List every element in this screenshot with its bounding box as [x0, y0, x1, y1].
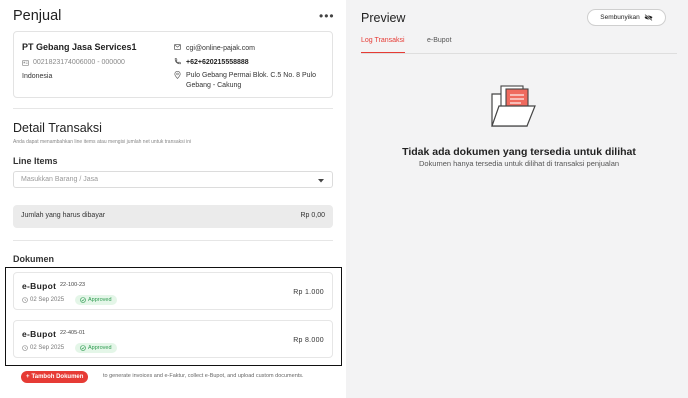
- id-card-icon: [22, 59, 29, 66]
- folder-document-icon: [491, 85, 536, 127]
- status-badge: Approved: [75, 343, 117, 353]
- status-badge: Approved: [75, 295, 117, 305]
- transaction-description: Anda dapat menambahkan line items atau m…: [13, 139, 192, 145]
- add-document-label: Tamboh Dokumen: [31, 374, 84, 380]
- seller-phone-row: +62+620215558888: [174, 58, 249, 68]
- hide-preview-button[interactable]: Sembunyikan: [587, 9, 666, 26]
- line-item-select-placeholder: Masukkan Barang / Jasa: [21, 176, 99, 183]
- seller-email: cgi@online-pajak.com: [186, 45, 255, 52]
- seller-npwp-value: 0021823174006000 - 000000: [33, 59, 125, 66]
- add-document-button[interactable]: + Tamboh Dokumen: [21, 371, 89, 383]
- total-payable-value: Rp 0,00: [300, 212, 325, 219]
- phone-icon: [174, 58, 181, 65]
- document-name: e-Bupot: [22, 281, 57, 291]
- status-badge-label: Approved: [88, 345, 112, 351]
- status-badge-label: Approved: [88, 297, 112, 303]
- clock-icon: [22, 297, 28, 303]
- clock-icon: [22, 345, 28, 351]
- left-panel: Penjual ••• PT Gebang Jasa Services1 002…: [0, 0, 346, 398]
- seller-card: PT Gebang Jasa Services1 002182317400600…: [13, 31, 333, 98]
- seller-address: Pulo Gebang Permai Blok. C.5 No. 8 Pulo …: [186, 72, 316, 89]
- check-circle-icon: [80, 297, 86, 303]
- plus-icon: +: [26, 374, 30, 380]
- preview-title: Preview: [361, 11, 406, 25]
- check-circle-icon: [80, 345, 86, 351]
- transaction-section-title: Detail Transaksi: [13, 121, 102, 135]
- document-date-value: 02 Sep 2025: [30, 345, 65, 351]
- eye-off-icon: [644, 14, 653, 21]
- document-card[interactable]: e-Bupot 22-100-23 02 Sep 2025 Approved R…: [13, 272, 333, 310]
- tab-log-transaksi[interactable]: Log Transaksi: [361, 37, 405, 53]
- section-divider: [13, 240, 333, 241]
- document-code: 22-405-01: [60, 330, 86, 336]
- preview-panel: Preview Sembunyikan Log Transaksi e-Bupo…: [350, 0, 688, 398]
- preview-tabs: Log Transaksi e-Bupot: [361, 37, 677, 54]
- total-payable-bar: Jumlah yang harus dibayar Rp 0,00: [13, 205, 333, 228]
- empty-state-subtitle: Dokumen hanya tersedia untuk dilihat di …: [418, 159, 620, 168]
- seller-phone: +62+620215558888: [186, 59, 249, 66]
- location-pin-icon: [174, 71, 181, 79]
- line-items-label: Line Items: [13, 156, 58, 166]
- seller-npwp: 0021823174006000 - 000000: [22, 59, 125, 66]
- mail-icon: [174, 44, 181, 50]
- seller-country: Indonesia: [22, 73, 53, 80]
- document-name: e-Bupot: [22, 329, 57, 339]
- chevron-down-icon: [318, 179, 324, 183]
- seller-name: PT Gebang Jasa Services1: [22, 42, 137, 52]
- document-amount: Rp 1.000: [293, 289, 324, 296]
- empty-state-title: Tidak ada dokumen yang tersedia untuk di…: [402, 146, 636, 158]
- line-item-select[interactable]: Masukkan Barang / Jasa: [13, 171, 333, 188]
- tab-e-bupot[interactable]: e-Bupot: [427, 37, 452, 44]
- document-amount: Rp 8.000: [293, 337, 324, 344]
- document-date: 02 Sep 2025: [22, 345, 64, 351]
- document-date: 02 Sep 2025: [22, 297, 64, 303]
- more-options-icon[interactable]: •••: [319, 9, 335, 23]
- section-divider: [13, 108, 333, 109]
- add-document-hint: to generate invoices and e-Faktur, colle…: [103, 373, 304, 379]
- document-card[interactable]: e-Bupot 22-405-01 02 Sep 2025 Approved R…: [13, 320, 333, 358]
- seller-address-row: Pulo Gebang Permai Blok. C.5 No. 8 Pulo …: [174, 71, 324, 90]
- document-date-value: 02 Sep 2025: [30, 297, 65, 303]
- total-payable-label: Jumlah yang harus dibayar: [21, 212, 106, 219]
- document-code: 22-100-23: [60, 282, 86, 288]
- documents-section-title: Dokumen: [13, 254, 55, 264]
- hide-preview-label: Sembunyikan: [600, 14, 640, 21]
- seller-email-row: cgi@online-pajak.com: [174, 44, 255, 54]
- seller-section-title: Penjual: [13, 8, 62, 24]
